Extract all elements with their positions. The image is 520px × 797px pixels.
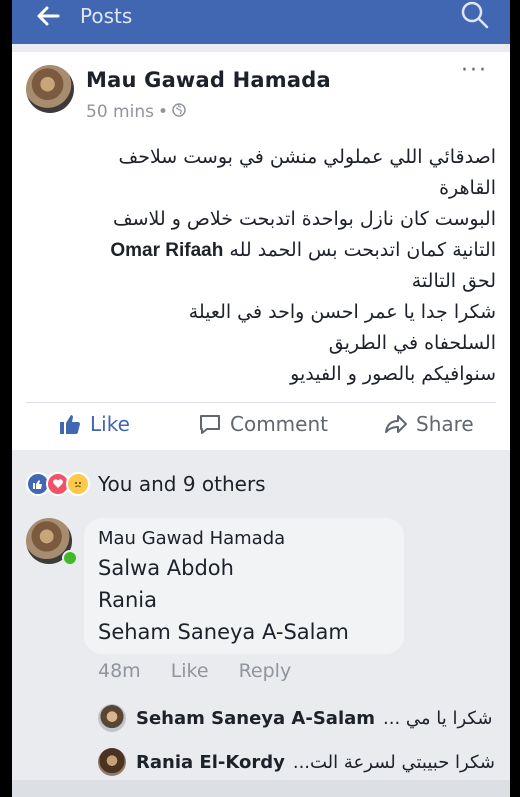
reply-text: شكرا حبيبتي لسرعة الت... [292, 751, 496, 773]
globe-icon [172, 102, 186, 122]
reply-avatar [98, 748, 126, 776]
comment-button[interactable]: Comment [198, 412, 328, 436]
post-author-name[interactable]: Mau Gawad Hamada [86, 68, 331, 92]
reply-text: شكرا يا مي ... [383, 707, 493, 729]
post-text-line: شكرا جدا يا عمر احسن واحد في العيلة [188, 301, 496, 323]
reactions-summary[interactable]: You and 9 others [26, 472, 266, 496]
post-text: اصدقائي اللي عملولي منشن في بوست سلاحف ا… [26, 142, 496, 390]
back-arrow-icon[interactable] [34, 2, 62, 30]
post-card: Mau Gawad Hamada 50 mins • ··· اصدقائي ا… [12, 52, 510, 450]
share-icon [385, 415, 407, 433]
post-text-line: القاهرة [439, 177, 496, 199]
comment-author[interactable]: Mau Gawad Hamada [98, 528, 285, 549]
reactions-text: You and 9 others [98, 472, 266, 496]
comment-icon [200, 415, 220, 434]
reply-item[interactable]: Rania El-Kordy شكرا حبيبتي لسرعة الت... [98, 748, 498, 776]
like-label: Like [90, 412, 130, 436]
share-button[interactable]: Share [384, 412, 474, 436]
post-text-line: البوست كان نازل بواحدة اتدبحت خلاص و للا… [112, 208, 496, 230]
like-button[interactable]: Like [58, 412, 130, 436]
reply-avatar [98, 704, 126, 732]
reply-author[interactable]: Seham Saneya A-Salam [136, 708, 375, 729]
post-text-line: السلحفاه في الطريق [328, 332, 496, 354]
post-text-fragment: التانية كمان اتدبحت بس الحمد لله [229, 239, 496, 261]
comment-meta: 48m Like Reply [98, 660, 291, 682]
post-text-line: اصدقائي اللي عملولي منشن في بوست سلاحف [118, 146, 496, 168]
next-content-peek [12, 780, 510, 797]
divider [26, 402, 496, 403]
post-meta: 50 mins • [86, 102, 186, 122]
thumbs-up-icon [60, 415, 80, 434]
share-label: Share [416, 412, 474, 436]
more-options-icon[interactable]: ··· [461, 58, 488, 83]
app-frame: Posts Mau Gawad Hamada 50 mins • ··· اصد… [12, 0, 510, 797]
comment-time: 48m [98, 660, 141, 682]
comment-label: Comment [230, 412, 328, 436]
sad-reaction-icon [66, 472, 90, 496]
top-app-bar: Posts [12, 0, 510, 44]
post-time[interactable]: 50 mins [86, 102, 154, 122]
comment-bubble[interactable]: Mau Gawad Hamada Salwa Abdoh Rania Seham… [84, 518, 404, 654]
page-title: Posts [80, 4, 133, 28]
post-text-line: سنوافيكم بالصور و الفيديو [290, 363, 496, 385]
author-avatar[interactable] [26, 65, 74, 113]
reply-author[interactable]: Rania El-Kordy [136, 752, 285, 773]
comment-like-link[interactable]: Like [171, 660, 209, 682]
reply-item[interactable]: Seham Saneya A-Salam شكرا يا مي ... [98, 704, 498, 732]
mention-link[interactable]: Omar Rifaah [110, 240, 223, 261]
comment-tag[interactable]: Rania [98, 588, 157, 612]
post-text-line-with-mention: التانية كمان اتدبحت بس الحمد لله Omar Ri… [26, 235, 496, 266]
comment-tag[interactable]: Salwa Abdoh [98, 556, 234, 580]
comment-tag[interactable]: Seham Saneya A-Salam [98, 620, 349, 644]
post-text-line: لحق التالتة [411, 270, 496, 292]
comment-reply-link[interactable]: Reply [239, 660, 292, 682]
post-actions: Like Comment Share [12, 412, 510, 448]
meta-separator: • [157, 102, 168, 122]
online-status-icon [62, 550, 78, 566]
search-icon[interactable] [460, 0, 490, 30]
